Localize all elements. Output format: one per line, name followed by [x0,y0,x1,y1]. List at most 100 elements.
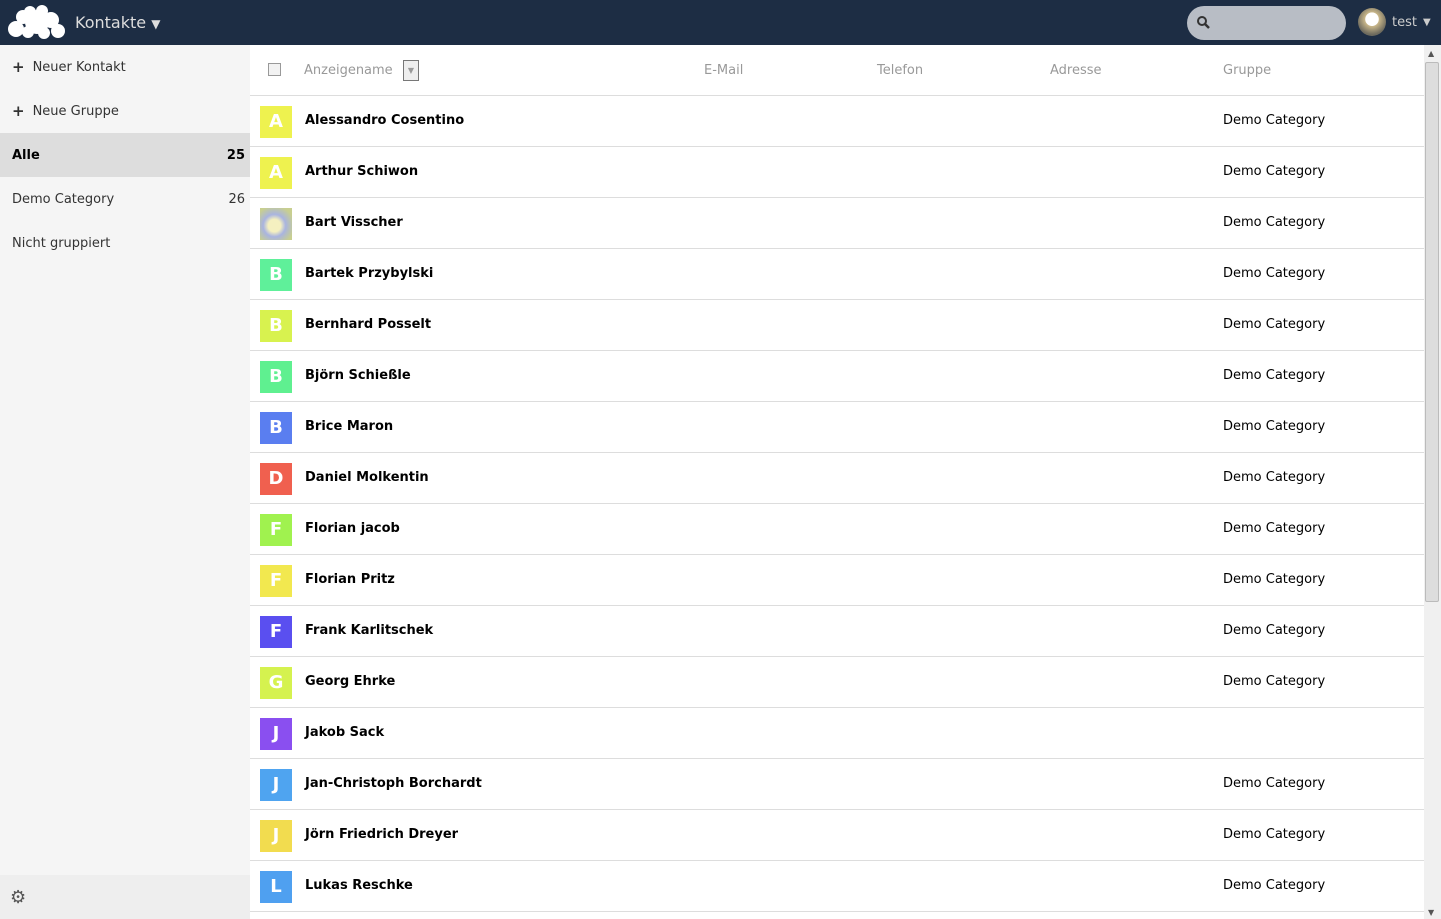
table-row[interactable]: L Lukas Reschke Demo Category [250,861,1424,912]
table-row[interactable]: F Florian Pritz Demo Category [250,555,1424,606]
group-demo-category[interactable]: Demo Category 26 [0,177,250,221]
column-display-name[interactable]: Anzeigename [304,63,393,78]
new-contact-label: Neuer Kontakt [32,59,126,75]
contact-avatar: B [260,259,292,291]
app-title: Kontakte [75,13,147,32]
contact-group: Demo Category [1223,878,1326,893]
contact-group: Demo Category [1223,623,1326,638]
contact-name[interactable]: Frank Karlitschek [305,623,433,638]
table-row[interactable]: Bart Visscher Demo Category [250,198,1424,249]
contact-name[interactable]: Daniel Molkentin [305,470,429,485]
contact-group: Demo Category [1223,674,1326,689]
table-row[interactable]: A Arthur Schiwon Demo Category [250,147,1424,198]
contact-group: Demo Category [1223,419,1326,434]
gear-icon: ⚙ [10,887,27,908]
contact-name[interactable]: Bart Visscher [305,215,403,230]
contact-name[interactable]: Bernhard Posselt [305,317,431,332]
new-group-label: Neue Gruppe [32,103,119,119]
table-row[interactable]: J Jakob Sack [250,708,1424,759]
table-row[interactable]: J Jörn Friedrich Dreyer Demo Category [250,810,1424,861]
contact-avatar: J [260,820,292,852]
table-row[interactable]: B Bernhard Posselt Demo Category [250,300,1424,351]
table-row[interactable]: B Bartek Przybylski Demo Category [250,249,1424,300]
table-row[interactable]: B Brice Maron Demo Category [250,402,1424,453]
contact-group: Demo Category [1223,215,1326,230]
chevron-down-icon: ▼ [1422,16,1431,28]
contact-avatar: J [260,769,292,801]
contact-group: Demo Category [1223,827,1326,842]
contact-name[interactable]: Alessandro Cosentino [305,113,464,128]
contact-avatar: J [260,718,292,750]
contact-name[interactable]: Björn Schießle [305,368,411,383]
contact-group: Demo Category [1223,164,1326,179]
group-count: 25 [226,147,245,163]
new-group-button[interactable]: + Neue Gruppe [0,89,250,133]
group-label: Alle [12,147,40,163]
group-all[interactable]: Alle 25 [0,133,250,177]
contact-name[interactable]: Florian Pritz [305,572,395,587]
contact-avatar: G [260,667,292,699]
table-header: Anzeigename ▼ E-Mail Telefon Adresse Gru… [250,45,1424,96]
contact-avatar: B [260,310,292,342]
owncloud-logo-icon[interactable] [6,5,68,39]
contact-avatar: F [260,616,292,648]
contact-name[interactable]: Jörn Friedrich Dreyer [305,827,458,842]
contact-name[interactable]: Brice Maron [305,419,393,434]
contact-group: Demo Category [1223,113,1326,128]
contact-name[interactable]: Jakob Sack [305,725,384,740]
search-icon [1197,16,1210,29]
username: test [1392,14,1417,30]
scrollbar[interactable]: ▲ ▼ [1424,45,1441,919]
column-group[interactable]: Gruppe [1223,63,1271,78]
user-avatar [1358,8,1386,36]
contact-group: Demo Category [1223,470,1326,485]
new-contact-button[interactable]: + Neuer Kontakt [0,45,250,89]
contact-group: Demo Category [1223,266,1326,281]
scroll-up-icon[interactable]: ▲ [1428,49,1434,58]
sort-dropdown-button[interactable]: ▼ [403,60,419,81]
table-row[interactable]: G Georg Ehrke Demo Category [250,657,1424,708]
contact-group: Demo Category [1223,572,1326,587]
table-row[interactable]: A Alessandro Cosentino Demo Category [250,96,1424,147]
contact-avatar: L [260,871,292,903]
app-menu[interactable]: Kontakte ▼ [75,13,160,32]
user-menu[interactable]: test ▼ [1358,8,1431,36]
plus-icon: + [12,58,25,76]
group-label: Demo Category [12,191,115,207]
table-row[interactable]: D Daniel Molkentin Demo Category [250,453,1424,504]
contact-name[interactable]: Bartek Przybylski [305,266,433,281]
plus-icon: + [12,102,25,120]
select-all-checkbox[interactable] [268,63,281,76]
contact-group: Demo Category [1223,776,1326,791]
contact-avatar: B [260,361,292,393]
scroll-down-icon[interactable]: ▼ [1428,908,1434,917]
table-row[interactable]: J Jan-Christoph Borchardt Demo Category [250,759,1424,810]
search-input[interactable] [1187,6,1346,40]
column-phone[interactable]: Telefon [877,63,923,78]
contact-avatar: A [260,106,292,138]
contact-group: Demo Category [1223,368,1326,383]
contact-name[interactable]: Arthur Schiwon [305,164,418,179]
contact-avatar: A [260,157,292,189]
column-email[interactable]: E-Mail [704,63,743,78]
group-label: Nicht gruppiert [12,235,111,251]
contact-group: Demo Category [1223,317,1326,332]
contact-avatar: F [260,565,292,597]
contact-name[interactable]: Jan-Christoph Borchardt [305,776,482,791]
contact-name[interactable]: Florian jacob [305,521,400,536]
contact-avatar: B [260,412,292,444]
table-row[interactable]: B Björn Schießle Demo Category [250,351,1424,402]
contact-name[interactable]: Lukas Reschke [305,878,413,893]
table-row[interactable]: F Florian jacob Demo Category [250,504,1424,555]
table-row[interactable]: F Frank Karlitschek Demo Category [250,606,1424,657]
contact-avatar [260,208,292,240]
column-address[interactable]: Adresse [1050,63,1102,78]
group-ungrouped[interactable]: Nicht gruppiert [0,221,250,265]
contact-avatar: F [260,514,292,546]
contact-group: Demo Category [1223,521,1326,536]
contact-avatar: D [260,463,292,495]
settings-button[interactable]: ⚙ [0,875,250,919]
scrollbar-thumb[interactable] [1425,62,1439,602]
contact-name[interactable]: Georg Ehrke [305,674,395,689]
contacts-table: Anzeigename ▼ E-Mail Telefon Adresse Gru… [250,45,1424,919]
